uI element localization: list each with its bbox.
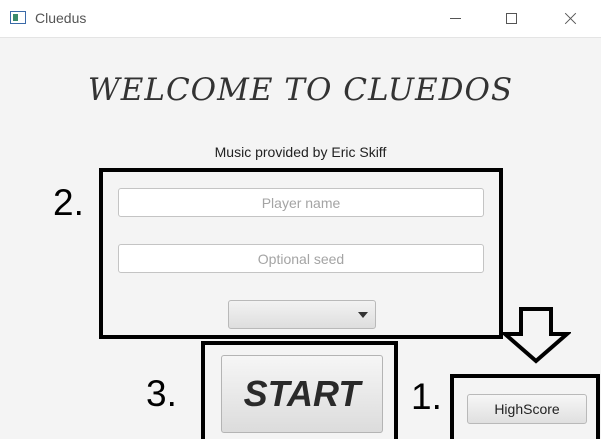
welcome-heading: WELCOME TO CLUEDOS bbox=[87, 72, 514, 108]
seed-input[interactable] bbox=[118, 244, 484, 273]
chevron-down-icon bbox=[358, 312, 368, 318]
player-name-input[interactable] bbox=[118, 188, 484, 217]
player-count-dropdown[interactable] bbox=[228, 300, 376, 329]
close-button[interactable] bbox=[558, 6, 584, 30]
window-title: Cluedus bbox=[35, 10, 87, 26]
annotation-marker-2: 2. bbox=[53, 182, 84, 223]
annotation-marker-1: 1. bbox=[411, 376, 442, 417]
arrow-down-icon bbox=[501, 307, 571, 364]
highscore-button[interactable]: HighScore bbox=[467, 394, 587, 424]
app-icon bbox=[10, 11, 26, 24]
minimize-button[interactable] bbox=[443, 6, 469, 30]
maximize-button[interactable] bbox=[499, 6, 525, 30]
annotation-marker-3: 3. bbox=[146, 373, 177, 414]
start-button[interactable]: START bbox=[221, 355, 383, 433]
title-bar: Cluedus bbox=[0, 0, 601, 38]
music-credit: Music provided by Eric Skiff bbox=[214, 144, 387, 160]
